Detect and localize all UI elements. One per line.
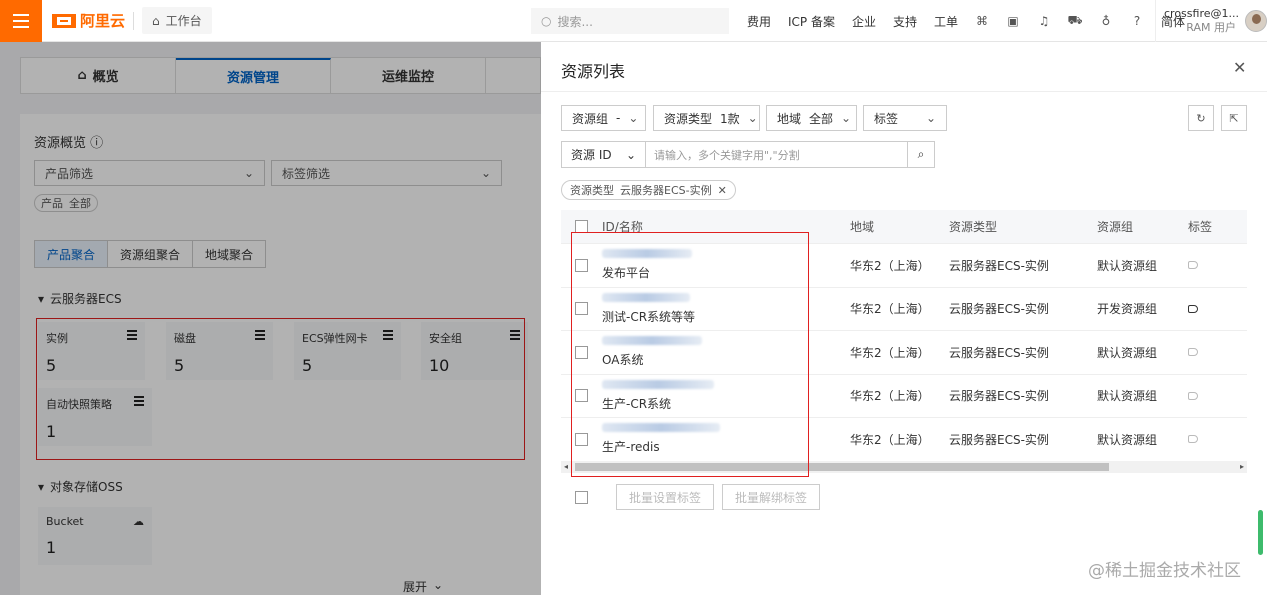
refresh-icon: ↻ xyxy=(1196,111,1206,125)
close-icon[interactable]: ✕ xyxy=(1233,58,1246,77)
select-all-checkbox[interactable] xyxy=(575,490,588,504)
col-type: 资源类型 xyxy=(949,220,998,234)
chip-value: 云服务器ECS-实例 xyxy=(620,184,712,197)
tag-icon[interactable] xyxy=(1188,391,1198,400)
chevron-down-icon: ⌄ xyxy=(747,111,758,125)
user-menu[interactable]: crossfire@1... RAM 用户 xyxy=(1155,0,1267,42)
row-region: 华东2（上海） xyxy=(850,302,930,317)
workbench-label: 工作台 xyxy=(165,14,202,28)
avatar[interactable] xyxy=(1245,10,1267,32)
aliyun-logo[interactable]: 阿里云 xyxy=(52,10,125,31)
nav-ticket[interactable]: 工单 xyxy=(934,13,958,30)
row-type: 云服务器ECS-实例 xyxy=(949,345,1049,360)
chevron-down-icon: ⌄ xyxy=(841,111,852,125)
cart-icon[interactable]: ⛟ xyxy=(1068,13,1083,28)
batch-actions: 批量设置标签 批量解绑标签 xyxy=(575,484,821,510)
logo-text: 阿里云 xyxy=(80,12,126,30)
select-value: 全部 xyxy=(809,111,834,126)
nav-support[interactable]: 支持 xyxy=(893,13,917,30)
row-region: 华东2（上海） xyxy=(850,389,930,404)
id-type-select[interactable]: 资源 ID ⌄ xyxy=(562,142,646,167)
nav-enterprise[interactable]: 企业 xyxy=(852,13,876,30)
tag-select[interactable]: 标签 ⌄ xyxy=(863,105,947,131)
batch-set-tag-button[interactable]: 批量设置标签 xyxy=(616,484,715,510)
search-placeholder: 搜索... xyxy=(557,14,593,29)
help-icon[interactable]: ? xyxy=(1130,14,1144,28)
resource-list-drawer: 资源列表 ✕ 资源组 - ⌄ 资源类型 1款 ⌄ 地域 全部 ⌄ 标签 ⌄ ↻ … xyxy=(541,42,1267,595)
search-icon: ○ xyxy=(541,14,552,28)
chip-label: 资源类型 xyxy=(570,184,614,197)
search-input[interactable]: ○ 搜索... xyxy=(531,8,729,34)
scroll-right-icon[interactable]: ▸ xyxy=(1240,461,1244,473)
id-search-row: 资源 ID ⌄ 请输入，多个关键字用","分割 ⌕ xyxy=(561,141,935,168)
chevron-down-icon: ⌄ xyxy=(625,147,636,162)
region-select[interactable]: 地域 全部 ⌄ xyxy=(766,105,857,131)
close-icon[interactable]: ✕ xyxy=(718,184,727,197)
code-icon[interactable]: ⌘ xyxy=(975,14,989,28)
page-scrollbar[interactable] xyxy=(1258,510,1263,555)
resource-group-select[interactable]: 资源组 - ⌄ xyxy=(561,105,646,131)
row-type: 云服务器ECS-实例 xyxy=(949,389,1049,404)
top-nav: 费用 ICP 备案 企业 支持 工单 ⌘ ▣ ♫ ⛟ ♁ ? 简体 xyxy=(747,0,1185,42)
user-name: crossfire@1... xyxy=(1164,7,1239,20)
col-group: 资源组 xyxy=(1097,220,1134,234)
tag-icon[interactable] xyxy=(1188,261,1198,270)
select-value: - xyxy=(616,111,621,125)
bell-icon[interactable]: ♫ xyxy=(1037,14,1051,28)
select-value: 1款 xyxy=(720,111,740,126)
chevron-down-icon: ⌄ xyxy=(628,111,639,125)
col-tag: 标签 xyxy=(1188,220,1213,234)
select-label: 资源组 xyxy=(572,111,609,126)
id-search-input[interactable]: 请输入，多个关键字用","分割 xyxy=(646,142,907,167)
resource-type-select[interactable]: 资源类型 1款 ⌄ xyxy=(653,105,760,131)
user-type: RAM 用户 xyxy=(1186,21,1236,34)
row-region: 华东2（上海） xyxy=(850,345,930,360)
id-highlight-box xyxy=(571,232,809,477)
row-region: 华东2（上海） xyxy=(850,432,930,447)
row-group: 开发资源组 xyxy=(1097,302,1158,317)
home-icon: ⌂ xyxy=(152,13,160,28)
workbench-button[interactable]: ⌂ 工作台 xyxy=(142,7,212,34)
select-label: 标签 xyxy=(874,111,899,126)
col-region: 地域 xyxy=(850,220,875,234)
search-button[interactable]: ⌕ xyxy=(907,142,934,167)
row-group: 默认资源组 xyxy=(1097,432,1158,447)
tag-icon[interactable] xyxy=(1188,435,1198,444)
nav-fee[interactable]: 费用 xyxy=(747,13,771,30)
row-group: 默认资源组 xyxy=(1097,389,1158,404)
modal-mask[interactable] xyxy=(0,42,541,595)
batch-unbind-tag-button[interactable]: 批量解绑标签 xyxy=(722,484,821,510)
tag-icon[interactable] xyxy=(1188,348,1198,357)
select-value: 资源 ID xyxy=(571,148,612,162)
bulb-icon[interactable]: ♁ xyxy=(1099,14,1113,28)
filter-chip: 资源类型 云服务器ECS-实例 ✕ xyxy=(561,180,736,200)
tag-icon[interactable] xyxy=(1188,304,1198,313)
terminal-icon[interactable]: ▣ xyxy=(1006,14,1020,28)
scroll-left-icon[interactable]: ◂ xyxy=(564,461,568,473)
top-bar: 阿里云 ⌂ 工作台 ○ 搜索... 费用 ICP 备案 企业 支持 工单 ⌘ ▣… xyxy=(0,0,1267,42)
row-type: 云服务器ECS-实例 xyxy=(949,258,1049,273)
drawer-title: 资源列表 xyxy=(561,62,626,81)
watermark: @稀土掘金技术社区 xyxy=(1088,561,1241,581)
row-type: 云服务器ECS-实例 xyxy=(949,432,1049,447)
row-group: 默认资源组 xyxy=(1097,258,1158,273)
row-group: 默认资源组 xyxy=(1097,345,1158,360)
row-region: 华东2（上海） xyxy=(850,258,930,273)
refresh-button[interactable]: ↻ xyxy=(1188,105,1214,131)
export-icon: ⇱ xyxy=(1229,111,1239,125)
input-placeholder: 请输入，多个关键字用","分割 xyxy=(654,148,800,162)
row-type: 云服务器ECS-实例 xyxy=(949,302,1049,317)
chevron-down-icon: ⌄ xyxy=(925,111,936,125)
search-icon: ⌕ xyxy=(917,147,925,161)
nav-icp[interactable]: ICP 备案 xyxy=(788,13,835,30)
select-label: 资源类型 xyxy=(664,111,713,126)
menu-icon[interactable] xyxy=(0,0,42,42)
select-label: 地域 xyxy=(777,111,802,126)
export-button[interactable]: ⇱ xyxy=(1221,105,1247,131)
